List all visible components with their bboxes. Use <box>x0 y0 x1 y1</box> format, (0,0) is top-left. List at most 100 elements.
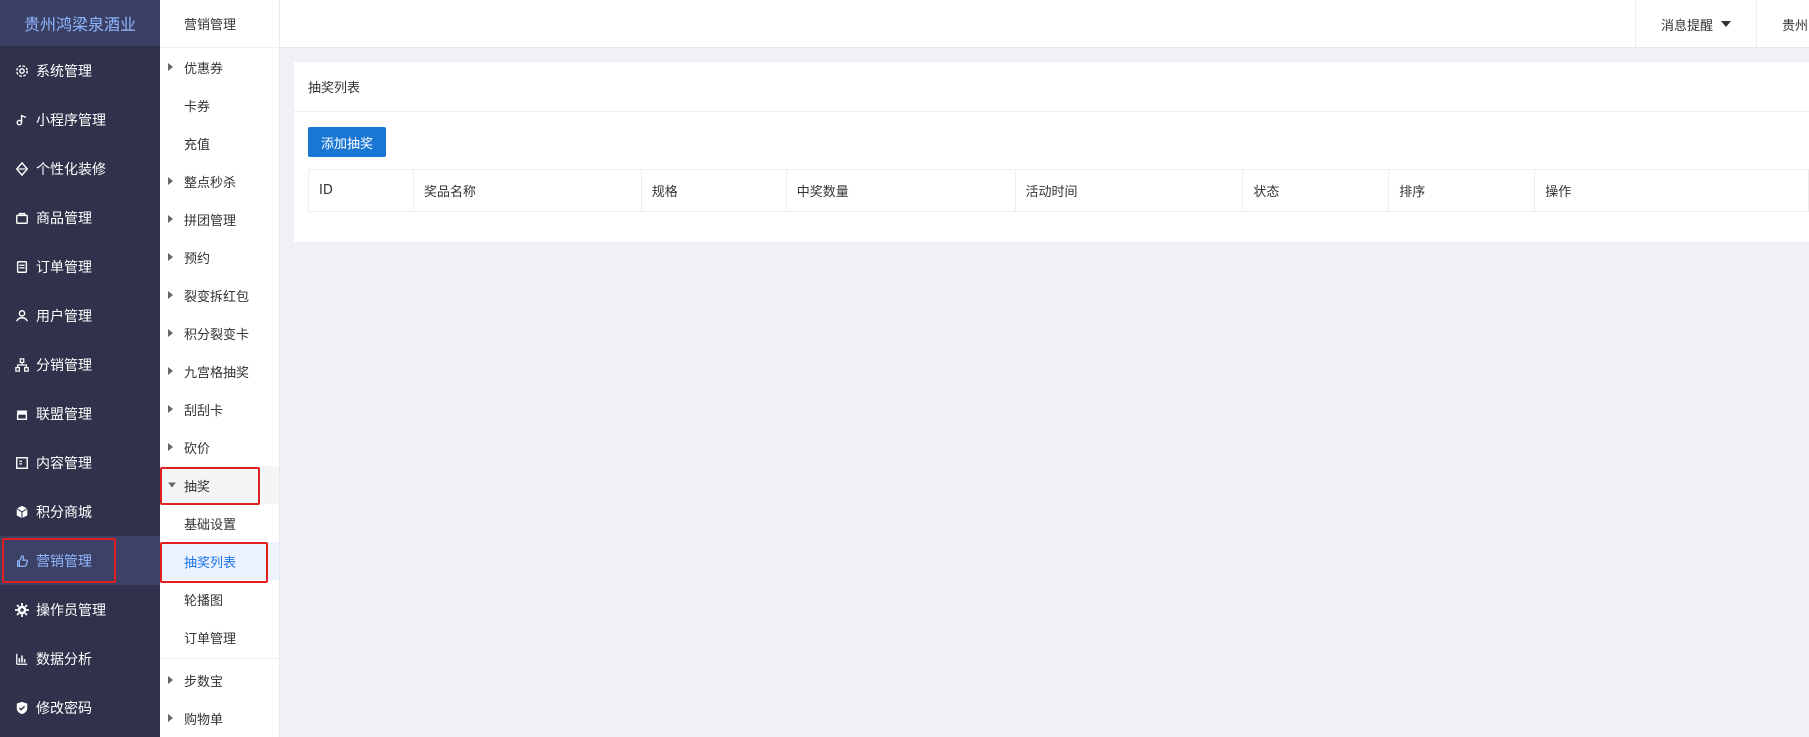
hierarchy-icon <box>14 357 30 373</box>
sub-nav-label: 订单管理 <box>184 631 237 647</box>
sub-nav-item-11[interactable]: 抽奖 <box>160 466 279 504</box>
column-header: 状态 <box>1243 170 1390 211</box>
sub-nav-label: 充值 <box>184 137 211 153</box>
sub-nav-item-6[interactable]: 裂变拆红包 <box>160 276 279 314</box>
sidebar-item-0[interactable]: 系统管理 <box>0 46 160 95</box>
sub-nav-label: 积分裂变卡 <box>184 327 250 343</box>
sub-nav-item-15[interactable]: 订单管理 <box>160 618 279 656</box>
sidebar-item-label: 积分商城 <box>36 504 92 521</box>
bag-icon <box>14 210 30 226</box>
sidebar-item-label: 数据分析 <box>36 651 92 668</box>
sub-nav-item-2[interactable]: 充值 <box>160 124 279 162</box>
column-header: ID <box>309 170 414 211</box>
sub-sidebar-title: 营销管理 <box>160 0 279 48</box>
sub-nav-label: 刮刮卡 <box>184 403 224 419</box>
sub-nav-label: 拼团管理 <box>184 213 237 229</box>
notify-dropdown[interactable]: 消息提醒 <box>1635 0 1757 48</box>
sub-nav: 优惠券卡券充值整点秒杀拼团管理预约裂变拆红包积分裂变卡九宫格抽奖刮刮卡砍价抽奖基… <box>160 48 279 737</box>
sidebar-item-label: 订单管理 <box>36 259 92 276</box>
column-header: 奖品名称 <box>414 170 642 211</box>
sidebar-item-11[interactable]: 操作员管理 <box>0 585 160 634</box>
sidebar-item-7[interactable]: 联盟管理 <box>0 389 160 438</box>
sub-nav-item-14[interactable]: 轮播图 <box>160 580 279 618</box>
sub-nav-item-9[interactable]: 刮刮卡 <box>160 390 279 428</box>
order-icon <box>14 259 30 275</box>
sidebar-item-12[interactable]: 数据分析 <box>0 634 160 683</box>
sub-nav-item-7[interactable]: 积分裂变卡 <box>160 314 279 352</box>
sub-nav-label: 预约 <box>184 251 211 267</box>
sidebar-item-label: 用户管理 <box>36 308 92 325</box>
sub-nav-label: 抽奖 <box>184 479 211 495</box>
sidebar-item-9[interactable]: 积分商城 <box>0 487 160 536</box>
sub-nav-label: 裂变拆红包 <box>184 289 250 305</box>
diamond-icon <box>14 161 30 177</box>
sub-nav-item-12[interactable]: 基础设置 <box>160 504 279 542</box>
sub-nav-item-1[interactable]: 卡券 <box>160 86 279 124</box>
sidebar-item-label: 商品管理 <box>36 210 92 227</box>
hand-icon <box>14 553 30 569</box>
caret-right-icon <box>168 405 173 413</box>
sidebar-item-label: 个性化装修 <box>36 161 106 178</box>
sub-nav-label: 抽奖列表 <box>184 555 237 571</box>
bar-chart-icon <box>14 651 30 667</box>
store-icon <box>14 406 30 422</box>
sidebar-item-label: 小程序管理 <box>36 112 106 129</box>
sub-nav-label: 基础设置 <box>184 517 237 533</box>
cog-icon <box>14 602 30 618</box>
caret-right-icon <box>168 367 173 375</box>
column-header: 规格 <box>642 170 787 211</box>
main-sidebar: 贵州鸿梁泉酒业 系统管理 小程序管理 个性化装修 商品管理 订单管理 用户管理 分销管理 联盟… <box>0 0 160 737</box>
lottery-table-header: ID 奖品名称 规格 中奖数量 活动时间 状态 排序 操作 <box>308 169 1809 212</box>
sub-nav-label: 九宫格抽奖 <box>184 365 250 381</box>
sub-nav-label: 步数宝 <box>184 674 224 690</box>
sub-nav-divider <box>160 658 279 659</box>
caret-down-icon <box>1721 21 1731 27</box>
sub-nav-item-5[interactable]: 预约 <box>160 238 279 276</box>
sub-nav-item-16[interactable]: 步数宝 <box>160 661 279 699</box>
caret-right-icon <box>168 676 173 684</box>
caret-right-icon <box>168 329 173 337</box>
sidebar-item-1[interactable]: 小程序管理 <box>0 95 160 144</box>
sidebar-item-6[interactable]: 分销管理 <box>0 340 160 389</box>
column-header: 排序 <box>1389 170 1536 211</box>
sidebar-item-4[interactable]: 订单管理 <box>0 242 160 291</box>
sidebar-item-label: 内容管理 <box>36 455 92 472</box>
sub-nav-label: 优惠券 <box>184 61 224 77</box>
sub-nav-label: 砍价 <box>184 441 211 457</box>
sub-nav-item-3[interactable]: 整点秒杀 <box>160 162 279 200</box>
sidebar-item-label: 联盟管理 <box>36 406 92 423</box>
sidebar-item-8[interactable]: 内容管理 <box>0 438 160 487</box>
sub-nav-item-8[interactable]: 九宫格抽奖 <box>160 352 279 390</box>
caret-right-icon <box>168 291 173 299</box>
sub-nav-item-17[interactable]: 购物单 <box>160 699 279 737</box>
gear-icon <box>14 63 30 79</box>
caret-right-icon <box>168 63 173 71</box>
sub-sidebar: 营销管理 优惠券卡券充值整点秒杀拼团管理预约裂变拆红包积分裂变卡九宫格抽奖刮刮卡… <box>160 0 280 737</box>
sub-nav-label: 轮播图 <box>184 593 224 609</box>
sidebar-item-10[interactable]: 营销管理 <box>0 536 160 585</box>
user-icon <box>14 308 30 324</box>
caret-right-icon <box>168 443 173 451</box>
sub-nav-item-0[interactable]: 优惠券 <box>160 48 279 86</box>
column-header: 活动时间 <box>1016 170 1244 211</box>
content-icon <box>14 455 30 471</box>
add-lottery-button[interactable]: 添加抽奖 <box>308 127 386 157</box>
sub-nav-item-10[interactable]: 砍价 <box>160 428 279 466</box>
page-title: 抽奖列表 <box>294 62 1809 112</box>
sidebar-item-label: 修改密码 <box>36 700 92 717</box>
sidebar-item-2[interactable]: 个性化装修 <box>0 144 160 193</box>
main-nav: 系统管理小程序管理个性化装修商品管理订单管理用户管理分销管理联盟管理内容管理积分… <box>0 46 160 732</box>
sidebar-item-13[interactable]: 修改密码 <box>0 683 160 732</box>
caret-right-icon <box>168 215 173 223</box>
sidebar-item-label: 营销管理 <box>36 553 92 570</box>
sub-nav-item-4[interactable]: 拼团管理 <box>160 200 279 238</box>
sidebar-item-3[interactable]: 商品管理 <box>0 193 160 242</box>
sub-nav-label: 整点秒杀 <box>184 175 237 191</box>
cube-icon <box>14 504 30 520</box>
sidebar-item-5[interactable]: 用户管理 <box>0 291 160 340</box>
music-note-icon <box>14 112 30 128</box>
user-name[interactable]: 贵州 <box>1782 0 1808 48</box>
sub-nav-item-13[interactable]: 抽奖列表 <box>160 542 279 580</box>
sub-nav-label: 购物单 <box>184 712 224 728</box>
top-bar: 消息提醒 贵州 <box>280 0 1809 48</box>
